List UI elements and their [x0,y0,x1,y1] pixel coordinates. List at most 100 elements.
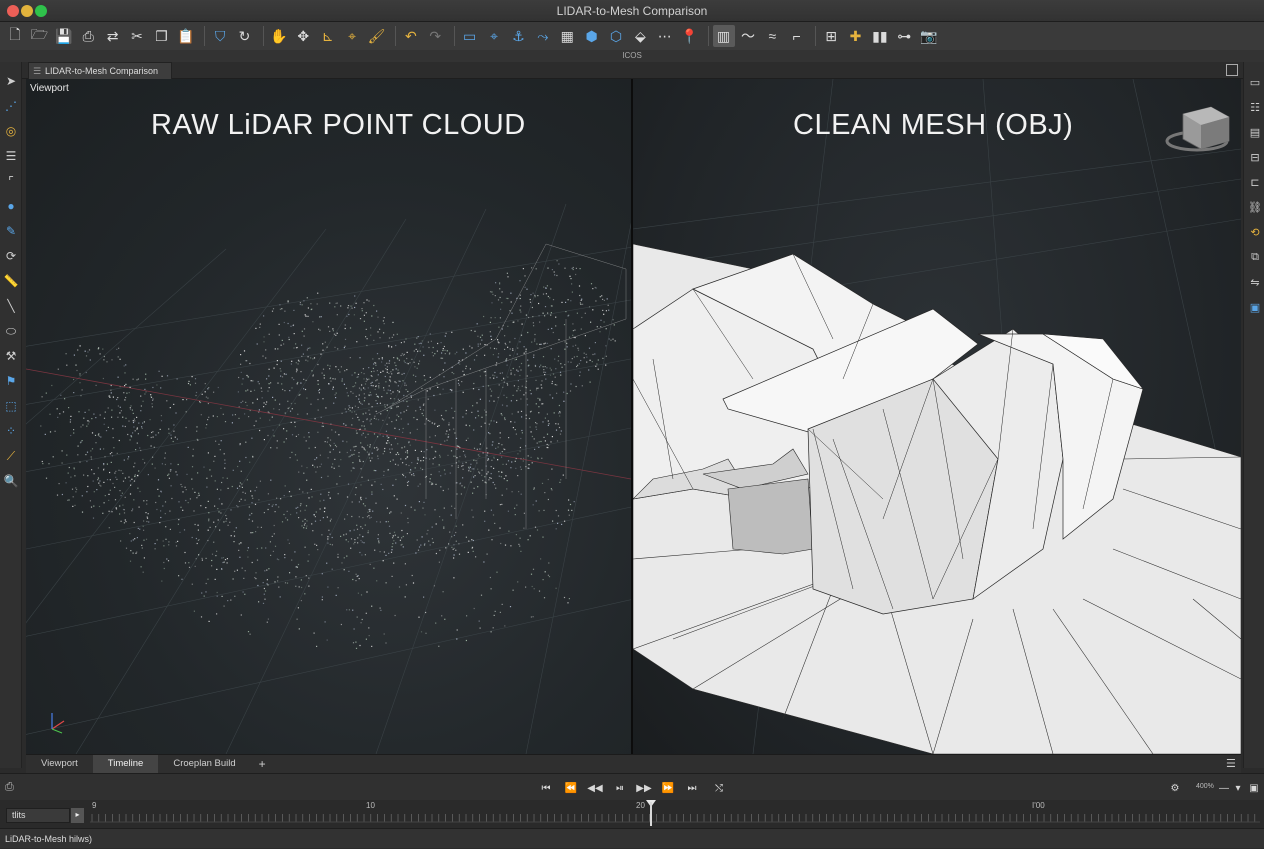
polyline-icon[interactable]: ⋰ [2,97,20,115]
settings-gear-icon[interactable]: ⚙ [1167,780,1183,796]
graph-panel-icon[interactable]: ▣ [1246,299,1264,315]
undo-icon[interactable]: ↶ [400,25,422,47]
sync-icon[interactable]: ⇋ [1246,274,1264,290]
copy-panel-icon[interactable]: ⧉ [1246,249,1264,265]
go-to-start-icon[interactable]: ⏮ [538,780,554,796]
play-icon[interactable]: ⏯ [612,780,628,796]
toolbar-separator [810,26,817,46]
cube-wire-icon[interactable]: ⬙ [629,25,651,47]
split-divider[interactable] [631,79,633,754]
frame-icon[interactable]: ⬚ [2,397,20,415]
add-tab-button[interactable]: + [251,755,274,773]
mesh-view[interactable]: CLEAN MESH (OBJ) [633,79,1241,754]
cube-shaded-icon[interactable]: ⬡ [605,25,627,47]
marker-icon[interactable]: ⚑ [2,372,20,390]
go-to-end-icon[interactable]: ⏭ [684,780,700,796]
hierarchy-icon[interactable]: ⊏ [1246,174,1264,190]
curve-view-icon[interactable]: ≈ [761,25,783,47]
toolbar-separator [449,26,455,46]
line-icon[interactable]: ╲ [2,297,20,315]
rewind-icon[interactable]: ◀◀ [587,780,603,796]
scatter-icon[interactable]: ⁘ [2,422,20,440]
move-icon[interactable]: ✥ [292,25,314,47]
knife-icon[interactable]: ⟋ [2,447,20,465]
crane-icon[interactable]: ⚒ [2,347,20,365]
timeline-field[interactable]: tlits [6,808,70,823]
title-bar: LIDAR-to-Mesh Comparison [0,0,1264,22]
shield-icon[interactable]: ⛉ [209,25,231,47]
timeline-ruler[interactable] [90,800,1260,828]
view-cube[interactable] [1165,106,1230,152]
rows-icon[interactable]: ☰ [2,147,20,165]
pin-icon[interactable]: 📍 [678,25,700,47]
document-tab[interactable]: ☰ LIDAR-to-Mesh Comparison [28,62,172,79]
document-tab-strip [22,62,1243,79]
table-icon[interactable]: ▤ [1246,124,1264,140]
pointer-icon[interactable]: ➤ [2,72,20,90]
maximize-panel-icon[interactable] [1226,64,1238,76]
tab-viewport[interactable]: Viewport [26,755,93,773]
tab-timeline[interactable]: Timeline [92,755,159,773]
step-back-icon[interactable]: ⏪ [563,780,579,796]
point-cloud-view[interactable]: RAW LiDAR POINT CLOUD [26,79,631,754]
zoom-level[interactable]: 400% [1196,783,1214,790]
tree-list-icon[interactable]: ⊟ [1246,149,1264,165]
pen-icon[interactable]: ✎ [2,222,20,240]
tree-icon[interactable]: ⊶ [893,25,915,47]
link-icon[interactable]: ⛓ [1246,199,1264,215]
copy-icon[interactable]: ❐ [150,25,172,47]
fast-forward-icon[interactable]: ▶▶ [636,780,652,796]
camera-icon[interactable]: 📷 [918,25,940,47]
rotate-icon[interactable]: ⟲ [1246,224,1264,240]
new-file-icon[interactable]: 🗋 [4,25,26,47]
add-marker-icon[interactable]: ✚ [845,25,867,47]
grid-points-icon[interactable]: ▦ [556,25,578,47]
cut-icon[interactable]: ✂ [126,25,148,47]
timeline-field-button[interactable]: ▸ [71,808,84,823]
layout-icon[interactable]: ⊞ [820,25,842,47]
print-timeline-icon[interactable]: ⎙ [5,781,14,794]
right-tool-strip: ▭ ☷ ▤ ⊟ ⊏ ⛓ ⟲ ⧉ ⇋ ▣ [1243,62,1264,768]
chevron-down-icon[interactable]: ▾ [1230,780,1246,796]
display-icon[interactable]: ▭ [459,25,481,47]
step-view-icon[interactable]: ⌐ [786,25,808,47]
ruler-icon[interactable]: 📏 [2,272,20,290]
split-view-icon[interactable]: ▥ [712,25,735,47]
branch-icon[interactable]: ⤳ [532,25,554,47]
panel-icon[interactable]: ▭ [1246,74,1264,90]
anchor-icon[interactable]: ⚓ [507,25,529,47]
brush-icon[interactable]: 🖌 [365,25,387,47]
status-bar: LiDAR-to-Mesh hilws) [0,828,1264,848]
list-icon[interactable]: ☷ [1246,99,1264,115]
open-folder-icon[interactable]: 🗁 [28,25,50,47]
save-icon[interactable]: 💾 [53,25,75,47]
tab-croeplan-build[interactable]: Croeplan Build [158,755,250,773]
paste-icon[interactable]: 📋 [175,25,197,47]
loop-keys-icon[interactable]: ⤭ [711,780,727,796]
zoom-icon[interactable]: 🔍 [2,472,20,490]
cube-solid-icon[interactable]: ⬢ [581,25,603,47]
stats-icon[interactable]: ▮▮ [869,25,891,47]
timeline[interactable]: tlits ▸ 9 10 20 I'00 [0,800,1264,828]
import-icon[interactable]: ⇄ [102,25,124,47]
lasso-icon[interactable]: ◎ [2,122,20,140]
redo-icon[interactable]: ↷ [424,25,446,47]
print-icon[interactable]: ⎙ [77,25,99,47]
panel-menu-icon[interactable]: ☰ [1226,757,1236,770]
hand-pan-icon[interactable]: ✋ [268,25,290,47]
points-icon[interactable]: ⋯ [654,25,676,47]
sphere-icon[interactable]: ● [2,197,20,215]
viewport[interactable]: Viewport RAW LiDAR POINT CLOUD CLEAN MES… [26,79,1241,754]
tick-label: 10 [366,801,375,810]
step-forward-icon[interactable]: ⏩ [660,780,676,796]
measure-icon[interactable]: ⊾ [317,25,339,47]
refresh-icon[interactable]: ↻ [234,25,256,47]
graph-view-icon[interactable]: 〜 [737,25,759,47]
target-icon[interactable]: ⌖ [483,25,505,47]
window-toggle-icon[interactable]: ▣ [1246,780,1262,796]
loop-icon[interactable]: ⟳ [2,247,20,265]
playhead[interactable] [650,802,652,826]
cylinder-icon[interactable]: ⬭ [2,322,20,340]
select-tool-icon[interactable]: ⌖ [341,25,363,47]
corner-icon[interactable]: ⌜ [2,172,20,190]
